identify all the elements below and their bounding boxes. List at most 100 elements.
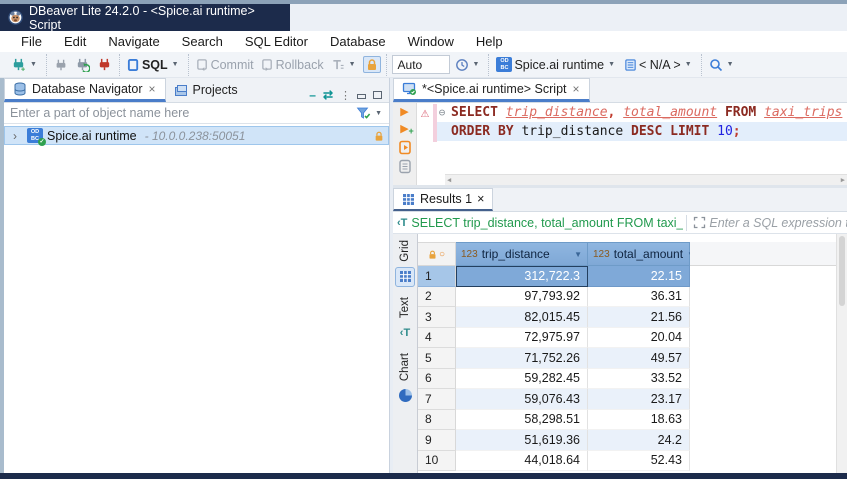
chevron-down-icon[interactable]: ▼ <box>683 61 694 68</box>
grid-cell[interactable]: 52.43 <box>588 451 690 472</box>
grid-cell[interactable]: 97,793.92 <box>456 287 588 308</box>
link-editor-icon[interactable]: ⇄ <box>323 88 333 102</box>
tab-sql-script[interactable]: *<Spice.ai runtime> Script × <box>393 78 590 102</box>
row-number[interactable]: 3 <box>418 307 456 328</box>
tab-grid[interactable] <box>395 267 415 287</box>
grid-cell[interactable]: 59,282.45 <box>456 369 588 390</box>
grid-row[interactable]: 659,282.4533.52 <box>418 369 847 390</box>
grid-row[interactable]: 297,793.9236.31 <box>418 287 847 308</box>
close-icon[interactable]: × <box>572 82 581 96</box>
chevron-down-icon[interactable]: ▼ <box>471 61 482 68</box>
tab-database-navigator[interactable]: Database Navigator × <box>4 78 166 102</box>
rollback-button[interactable]: Rollback <box>259 57 326 73</box>
minimize-view-icon[interactable]: – <box>309 88 316 102</box>
chevron-down-icon[interactable]: ▼ <box>347 61 358 68</box>
transaction-log-button[interactable]: ▼ <box>453 57 484 73</box>
grid-cell[interactable]: 18.63 <box>588 410 690 431</box>
chevron-down-icon[interactable]: ▼ <box>170 61 181 68</box>
grid-cell[interactable]: 72,975.97 <box>456 328 588 349</box>
grid-row[interactable]: 1044,018.6452.43 <box>418 451 847 472</box>
menu-window[interactable]: Window <box>397 32 465 51</box>
grid-cell[interactable]: 59,076.43 <box>456 389 588 410</box>
maximize-panel-icon[interactable] <box>373 91 382 99</box>
grid-row[interactable]: 858,298.5118.63 <box>418 410 847 431</box>
code-area[interactable]: ⊖SELECT trip_distance, total_amount FROM… <box>433 103 847 185</box>
grid-row[interactable]: 1312,722.322.15 <box>418 266 847 287</box>
grid-cell[interactable]: 22.15 <box>588 266 690 287</box>
new-connection-button[interactable]: + ▼ <box>9 56 41 73</box>
menu-help[interactable]: Help <box>465 32 514 51</box>
scroll-right-icon[interactable]: ▶ <box>841 176 845 184</box>
row-number[interactable]: 10 <box>418 451 456 472</box>
autocommit-select[interactable]: Auto <box>392 55 450 74</box>
expand-icon[interactable] <box>693 216 706 229</box>
grid-row[interactable]: 759,076.4323.17 <box>418 389 847 410</box>
row-number[interactable]: 9 <box>418 430 456 451</box>
minimize-panel-icon[interactable] <box>357 94 366 99</box>
grid-cell[interactable]: 51,619.36 <box>456 430 588 451</box>
view-menu-icon[interactable]: ⋮ <box>340 89 350 102</box>
grid-cell[interactable]: 58,298.51 <box>456 410 588 431</box>
open-sql-editor-button[interactable]: SQL ▼ <box>125 57 183 73</box>
disconnect-button[interactable] <box>95 56 114 73</box>
row-number[interactable]: 8 <box>418 410 456 431</box>
filter-funnel-icon[interactable] <box>356 106 371 120</box>
grid-cell[interactable]: 82,015.45 <box>456 307 588 328</box>
grid-row[interactable]: 951,619.3624.2 <box>418 430 847 451</box>
column-header-trip-distance[interactable]: 123 trip_distance ▼ <box>456 242 588 266</box>
grid-corner-cell[interactable]: ○ <box>418 242 456 266</box>
close-icon[interactable]: × <box>477 192 484 206</box>
scrollbar-thumb[interactable] <box>839 236 845 306</box>
connection-selector[interactable]: OD BC Spice.ai runtime ▼ <box>494 56 619 73</box>
tree-item-connection[interactable]: › OD BC ✓ Spice.ai runtime - 10.0.0.238:… <box>4 126 389 145</box>
close-icon[interactable]: × <box>147 82 156 96</box>
menu-edit[interactable]: Edit <box>53 32 97 51</box>
schema-selector[interactable]: < N/A > ▼ <box>622 57 696 73</box>
grid-cell[interactable]: 71,752.26 <box>456 348 588 369</box>
title-bar-active-region[interactable]: DBeaver Lite 24.2.0 - <Spice.ai runtime>… <box>0 4 290 31</box>
execute-statement-icon[interactable]: ▶ <box>400 106 408 119</box>
object-filter-input[interactable] <box>4 106 356 120</box>
column-filter-icon[interactable]: ▼ <box>574 250 582 259</box>
explain-plan-icon[interactable] <box>398 159 412 174</box>
expression-filter-placeholder[interactable]: Enter a SQL expression to <box>709 216 847 230</box>
tab-results-1[interactable]: Results 1 × <box>393 188 493 211</box>
row-number[interactable]: 4 <box>418 328 456 349</box>
grid-cell[interactable]: 44,018.64 <box>456 451 588 472</box>
menu-search[interactable]: Search <box>171 32 234 51</box>
grid-row[interactable]: 382,015.4521.56 <box>418 307 847 328</box>
menu-sql-editor[interactable]: SQL Editor <box>234 32 319 51</box>
row-number[interactable]: 1 <box>418 266 456 287</box>
grid-cell[interactable]: 312,722.3 <box>456 266 588 287</box>
chevron-down-icon[interactable]: ▼ <box>606 61 617 68</box>
grid-cell[interactable]: 33.52 <box>588 369 690 390</box>
grid-cell[interactable]: 21.56 <box>588 307 690 328</box>
menu-navigate[interactable]: Navigate <box>97 32 170 51</box>
editor-horizontal-scrollbar[interactable]: ◀ ▶ <box>445 174 847 185</box>
chevron-down-icon[interactable]: ▼ <box>28 61 39 68</box>
transaction-mode-button[interactable]: ▼ <box>329 57 360 72</box>
row-number[interactable]: 2 <box>418 287 456 308</box>
tab-text-label[interactable]: Text <box>399 297 411 318</box>
tab-grid-label[interactable]: Grid <box>399 240 411 262</box>
reconnect-button[interactable] <box>73 56 92 73</box>
search-button[interactable]: ▼ <box>707 57 738 73</box>
chevron-down-icon[interactable]: ▼ <box>373 110 384 117</box>
grid-cell[interactable]: 36.31 <box>588 287 690 308</box>
column-header-total-amount[interactable]: 123 total_amount ▼ <box>588 242 690 266</box>
chevron-down-icon[interactable]: ▼ <box>725 61 736 68</box>
sql-line[interactable]: ORDER BY trip_distance DESC LIMIT 10; <box>433 122 847 141</box>
connect-button[interactable] <box>52 57 70 73</box>
grid-cell[interactable]: 24.2 <box>588 430 690 451</box>
tab-projects[interactable]: Projects <box>166 78 246 102</box>
execute-script-icon[interactable] <box>398 140 412 155</box>
expander-icon[interactable]: › <box>13 129 23 143</box>
menu-file[interactable]: File <box>10 32 53 51</box>
row-number[interactable]: 6 <box>418 369 456 390</box>
scroll-left-icon[interactable]: ◀ <box>447 176 451 184</box>
grid-cell[interactable]: 49.57 <box>588 348 690 369</box>
tab-chart[interactable] <box>395 386 415 406</box>
row-number[interactable]: 7 <box>418 389 456 410</box>
sql-line[interactable]: ⊖SELECT trip_distance, total_amount FROM… <box>433 103 847 122</box>
grid-cell[interactable]: 23.17 <box>588 389 690 410</box>
